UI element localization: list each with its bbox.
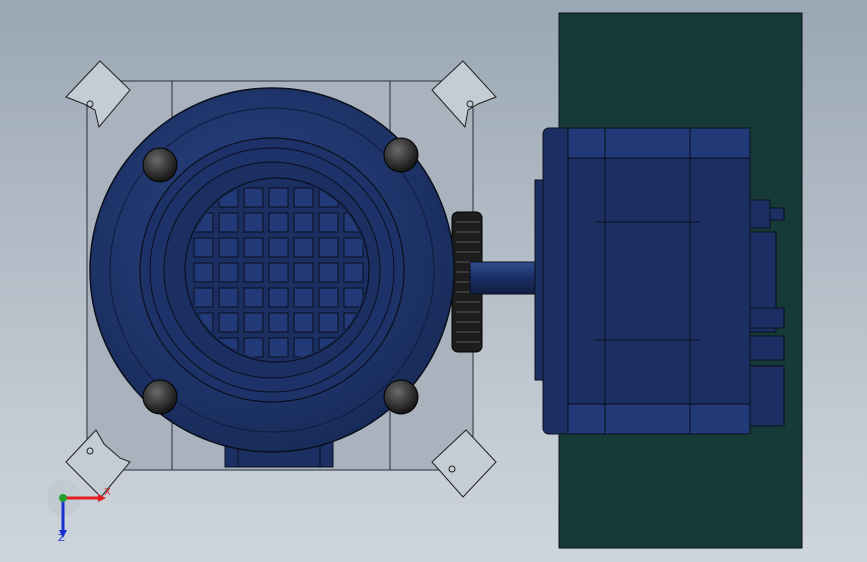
coordinate-triad[interactable]: X Z [48, 478, 118, 548]
grille-cell [268, 212, 289, 233]
grille-cell [218, 262, 239, 283]
grille-cell [318, 262, 339, 283]
z-axis-label: Z [58, 533, 65, 544]
grille-cell [243, 262, 264, 283]
grille-cell [243, 287, 264, 308]
motor-shaft [469, 261, 546, 295]
grille-cell [293, 187, 314, 208]
grille-cell [318, 237, 339, 258]
grille-cell [318, 312, 339, 333]
grille-cell [293, 237, 314, 258]
grille-cell [343, 262, 364, 283]
grille-cell [293, 287, 314, 308]
grille-cell [243, 212, 264, 233]
mounting-bolt [142, 379, 178, 415]
grille-cell [193, 287, 214, 308]
grille-cell [243, 187, 264, 208]
grille-cell [268, 237, 289, 258]
grille-cell [293, 312, 314, 333]
grille-cell [318, 212, 339, 233]
grille-cell [218, 212, 239, 233]
grille-cell [343, 237, 364, 258]
cad-viewport[interactable]: X Z [0, 0, 867, 562]
grille-cell [268, 312, 289, 333]
grille-cell [218, 237, 239, 258]
grille-cell [268, 187, 289, 208]
grille-cell [268, 287, 289, 308]
grille-cell [293, 262, 314, 283]
grille-cell [343, 287, 364, 308]
grille-cell [293, 212, 314, 233]
grille-cell [268, 337, 289, 358]
grille-cell [218, 312, 239, 333]
grille-cell [193, 262, 214, 283]
mounting-bolt [383, 379, 419, 415]
grille-cell [243, 237, 264, 258]
grille-cell [268, 262, 289, 283]
motor-body [534, 127, 785, 435]
mounting-bolt [383, 137, 419, 173]
model-view[interactable] [0, 0, 867, 562]
grille-cell [243, 312, 264, 333]
mounting-bolt [142, 147, 178, 183]
grille-cell [318, 287, 339, 308]
x-axis-label: X [104, 487, 111, 498]
grille-cell [218, 287, 239, 308]
grille-cell [193, 237, 214, 258]
grille-cell [243, 337, 264, 358]
